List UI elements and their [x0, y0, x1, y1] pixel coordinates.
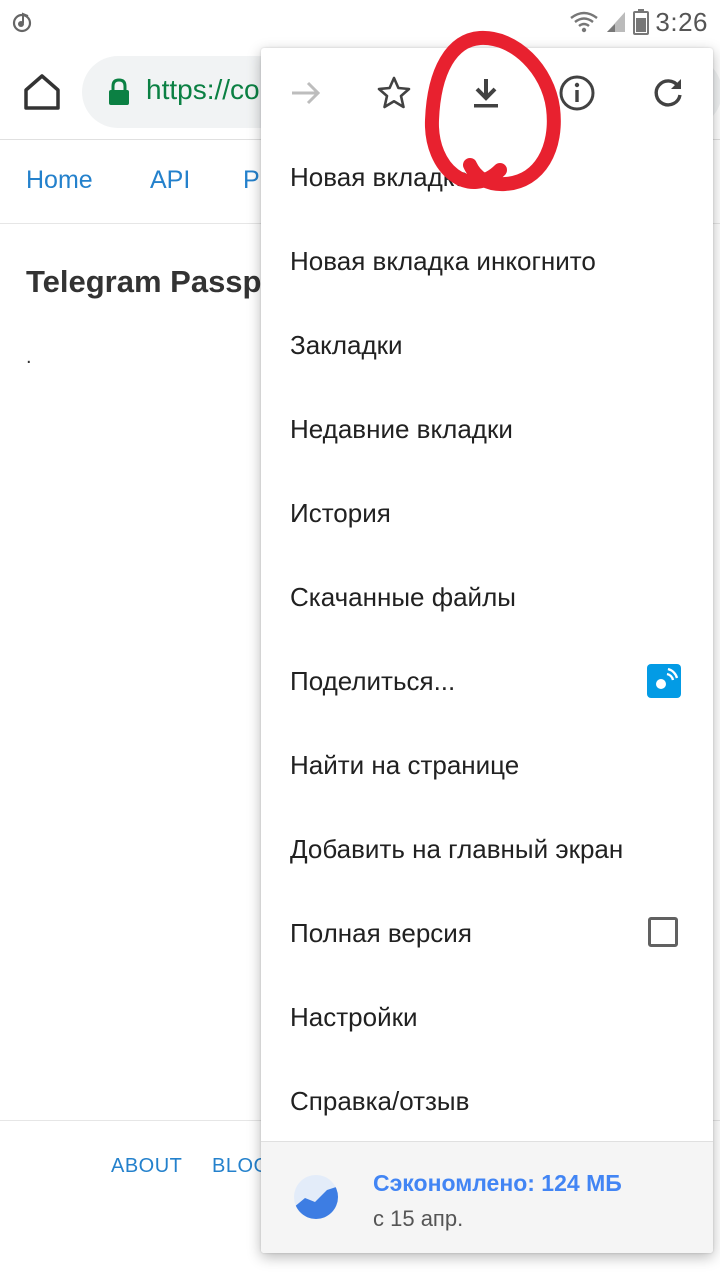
nav-link-p[interactable]: P	[243, 166, 260, 195]
desktop-site-checkbox[interactable]	[648, 917, 678, 947]
menu-item-label: Добавить на главный экран	[290, 834, 624, 864]
status-time: 3:26	[655, 6, 708, 37]
data-saver-footer[interactable]: Сэкономлено: 124 МБ с 15 апр.	[261, 1141, 713, 1253]
menu-item-bookmarks[interactable]: Закладки	[261, 304, 713, 388]
menu-item-share[interactable]: Поделиться...	[261, 640, 713, 724]
forward-arrow-icon[interactable]	[282, 69, 330, 117]
menu-item-history[interactable]: История	[261, 472, 713, 556]
menu-item-label: Недавние вкладки	[290, 414, 513, 444]
menu-item-add-to-home[interactable]: Добавить на главный экран	[261, 808, 713, 892]
menu-item-label: Скачанные файлы	[290, 582, 516, 612]
menu-item-label: Справка/отзыв	[290, 1086, 470, 1116]
nav-link-home[interactable]: Home	[26, 166, 93, 195]
menu-item-new-tab[interactable]: Новая вкладка	[261, 136, 713, 220]
music-note-icon	[12, 12, 32, 33]
menu-item-label: Новая вкладка	[290, 162, 470, 192]
menu-item-label: Найти на странице	[290, 750, 520, 780]
menu-item-label: История	[290, 498, 391, 528]
data-saver-icon	[294, 1175, 338, 1219]
share-app-icon[interactable]	[647, 664, 681, 698]
status-bar: 3:26	[0, 0, 720, 44]
menu-icon-row	[261, 48, 713, 138]
menu-item-settings[interactable]: Настройки	[261, 976, 713, 1060]
home-icon[interactable]	[18, 68, 66, 116]
menu-item-label: Закладки	[290, 330, 403, 360]
data-saver-title: Сэкономлено: 124 МБ	[373, 1170, 622, 1196]
menu-item-downloads[interactable]: Скачанные файлы	[261, 556, 713, 640]
menu-item-find-in-page[interactable]: Найти на странице	[261, 724, 713, 808]
wifi-icon	[570, 11, 599, 33]
page-title: Telegram Passp	[26, 264, 262, 299]
data-saver-subtitle: с 15 апр.	[373, 1206, 464, 1231]
menu-item-label: Поделиться...	[290, 666, 456, 696]
menu-item-desktop-site[interactable]: Полная версия	[261, 892, 713, 976]
star-icon[interactable]	[370, 69, 418, 117]
signal-icon	[607, 12, 626, 32]
page-text: .	[26, 346, 32, 368]
menu-item-incognito-tab[interactable]: Новая вкладка инкогнито	[261, 220, 713, 304]
footer-link-about[interactable]: ABOUT	[111, 1155, 182, 1178]
status-right: 3:26	[569, 6, 708, 38]
url-text: https://co	[146, 74, 260, 105]
reload-icon[interactable]	[644, 69, 692, 117]
menu-item-label: Полная версия	[290, 918, 472, 948]
menu-item-recent-tabs[interactable]: Недавние вкладки	[261, 388, 713, 472]
download-icon[interactable]	[462, 69, 510, 117]
overflow-menu: Новая вкладка Новая вкладка инкогнито За…	[261, 48, 713, 1253]
info-icon[interactable]	[553, 69, 601, 117]
battery-icon	[633, 9, 650, 35]
menu-item-label: Настройки	[290, 1002, 418, 1032]
lock-icon	[109, 78, 129, 105]
menu-item-label: Новая вкладка инкогнито	[290, 246, 596, 276]
menu-item-help-feedback[interactable]: Справка/отзыв	[261, 1060, 713, 1144]
nav-link-api[interactable]: API	[150, 166, 190, 195]
